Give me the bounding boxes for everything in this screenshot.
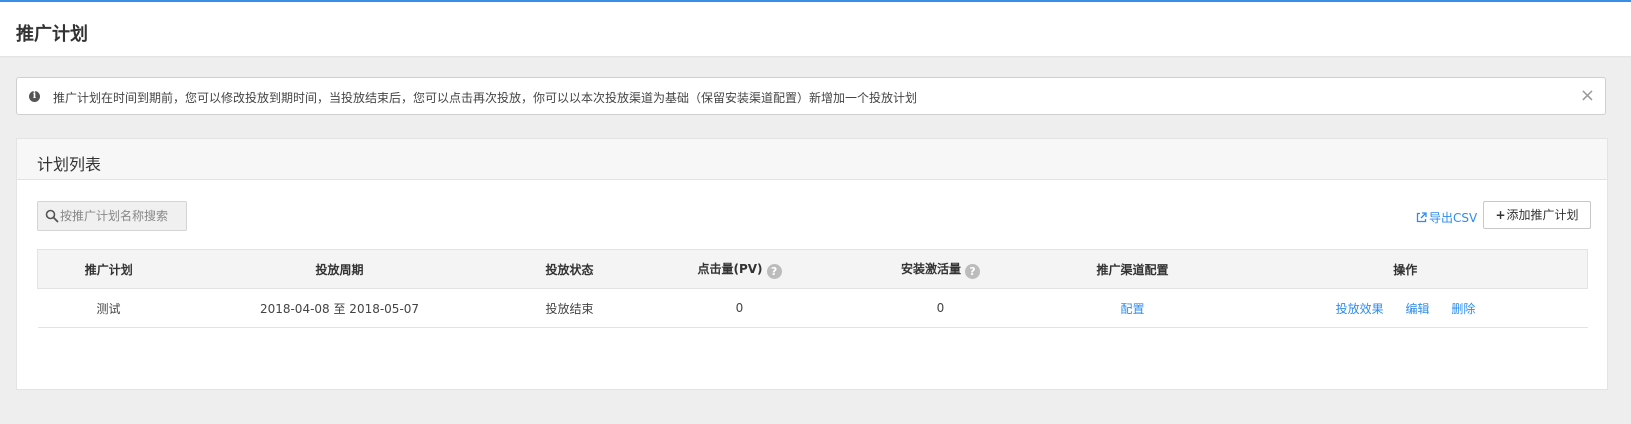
- table-header-row: 推广计划 投放周期 投放状态 点击量(PV)? 安装激活量? 推广渠道配置 操作: [37, 249, 1588, 289]
- info-alert: i 推广计划在时间到期前，您可以修改投放到期时间，当投放结束后，您可以点击再次投…: [16, 77, 1606, 115]
- configure-link[interactable]: 配置: [1120, 302, 1144, 316]
- cell-installs: 0: [839, 288, 1042, 328]
- search-icon: [45, 209, 59, 223]
- search-input[interactable]: [60, 206, 182, 226]
- table-row: 测试 2018-04-08 至 2018-05-07 投放结束 0 0 配置 投…: [37, 288, 1588, 328]
- plan-list-panel: 计划列表 导出CSV +添加推广计划 推广计划 投放周期: [16, 138, 1608, 390]
- performance-link[interactable]: 投放效果: [1336, 302, 1384, 316]
- column-header-status: 投放状态: [499, 249, 640, 289]
- close-icon[interactable]: ×: [1580, 86, 1595, 106]
- page-header: 推广计划: [0, 2, 1631, 56]
- cell-actions: 投放效果 编辑 删除: [1223, 288, 1588, 328]
- delete-link[interactable]: 删除: [1451, 302, 1475, 316]
- export-csv-link[interactable]: 导出CSV: [1416, 209, 1477, 226]
- page-title: 推广计划: [16, 24, 88, 45]
- panel-heading: 计划列表: [17, 139, 1607, 180]
- search-box: [37, 201, 187, 231]
- panel-title: 计划列表: [37, 155, 102, 174]
- column-header-period: 投放周期: [179, 249, 500, 289]
- column-header-installs: 安装激活量?: [839, 249, 1042, 289]
- add-plan-label: 添加推广计划: [1506, 208, 1579, 222]
- column-header-actions: 操作: [1223, 249, 1588, 289]
- external-link-icon: [1416, 212, 1427, 223]
- info-icon: i: [29, 91, 40, 102]
- plan-table: 推广计划 投放周期 投放状态 点击量(PV)? 安装激活量? 推广渠道配置 操作…: [37, 249, 1588, 328]
- help-icon[interactable]: ?: [766, 263, 782, 279]
- cell-period: 2018-04-08 至 2018-05-07: [179, 288, 500, 328]
- cell-status: 投放结束: [499, 288, 640, 328]
- cell-channel-config: 配置: [1041, 288, 1224, 328]
- column-header-plan: 推广计划: [37, 249, 180, 289]
- edit-link[interactable]: 编辑: [1405, 302, 1429, 316]
- column-header-channel-config: 推广渠道配置: [1041, 249, 1224, 289]
- cell-plan-name: 测试: [37, 288, 180, 328]
- export-csv-label: 导出CSV: [1429, 211, 1478, 225]
- add-plan-button[interactable]: +添加推广计划: [1483, 201, 1591, 229]
- plus-icon: +: [1495, 208, 1506, 222]
- alert-message: 推广计划在时间到期前，您可以修改投放到期时间，当投放结束后，您可以点击再次投放，…: [53, 91, 918, 105]
- cell-pv: 0: [639, 288, 840, 328]
- column-header-pv: 点击量(PV)?: [639, 249, 840, 289]
- help-icon[interactable]: ?: [965, 263, 980, 279]
